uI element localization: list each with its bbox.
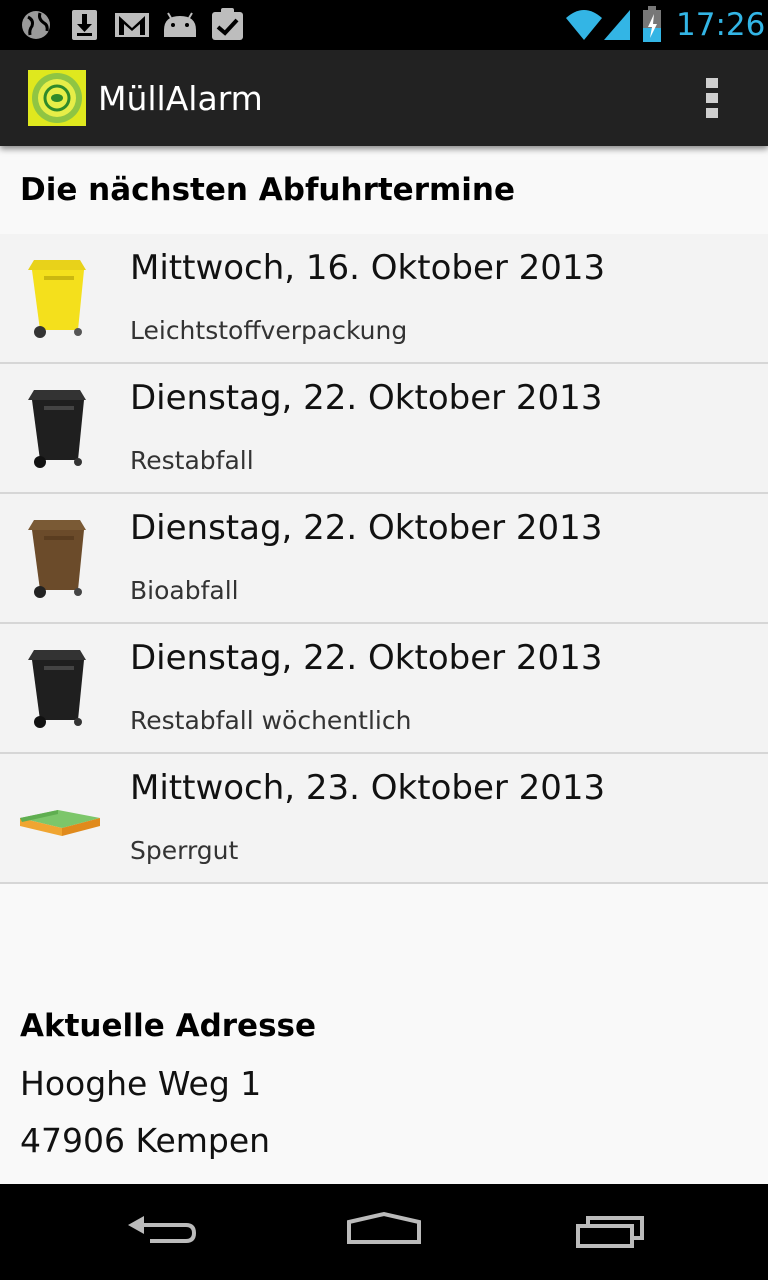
- battery-charging-icon: [643, 6, 661, 42]
- appointment-date: Dienstag, 22. Oktober 2013: [130, 638, 603, 678]
- list-item[interactable]: Dienstag, 22. Oktober 2013 Bioabfall: [0, 494, 768, 624]
- yellow-bin-icon: [28, 260, 86, 338]
- appointment-date: Dienstag, 22. Oktober 2013: [130, 508, 603, 548]
- app-title: MüllAlarm: [98, 79, 263, 118]
- list-item[interactable]: Dienstag, 22. Oktober 2013 Restabfall wö…: [0, 624, 768, 754]
- address-street: Hooghe Weg 1: [20, 1064, 262, 1103]
- status-bar: 17:26: [0, 0, 768, 50]
- appointment-type: Sperrgut: [130, 836, 239, 865]
- appointment-type: Leichtstoffverpackung: [130, 316, 408, 345]
- signal-icon: [604, 10, 630, 40]
- gmail-icon: [115, 13, 149, 37]
- wifi-icon: [566, 10, 602, 40]
- black-bin-icon: [28, 390, 86, 468]
- list-item[interactable]: Mittwoch, 23. Oktober 2013 Sperrgut: [0, 754, 768, 884]
- list-item[interactable]: Dienstag, 22. Oktober 2013 Restabfall: [0, 364, 768, 494]
- android-icon: [164, 12, 196, 37]
- appointment-date: Mittwoch, 23. Oktober 2013: [130, 768, 606, 808]
- main-content: Die nächsten Abfuhrtermine Mittwoch, 16.…: [0, 146, 768, 1184]
- list-item[interactable]: Mittwoch, 16. Oktober 2013 Leichtstoffve…: [0, 234, 768, 364]
- action-bar: MüllAlarm: [0, 50, 768, 146]
- brown-bin-icon: [28, 520, 86, 598]
- appointment-type: Restabfall wöchentlich: [130, 706, 412, 735]
- home-icon[interactable]: [347, 1211, 421, 1244]
- address-title: Aktuelle Adresse: [20, 1008, 317, 1044]
- status-time: 17:26: [676, 7, 766, 43]
- appointment-list: Mittwoch, 16. Oktober 2013 Leichtstoffve…: [0, 234, 768, 884]
- black-bin-icon: [28, 650, 86, 728]
- bulky-waste-bed-icon: [20, 810, 100, 836]
- appointment-type: Bioabfall: [130, 576, 239, 605]
- globe-icon: [22, 11, 50, 39]
- back-icon[interactable]: [128, 1216, 197, 1243]
- muellalarm-logo-icon[interactable]: [28, 70, 86, 126]
- address-city: 47906 Kempen: [20, 1121, 271, 1160]
- clipboard-check-icon: [212, 8, 243, 40]
- overflow-menu-icon[interactable]: [694, 72, 730, 124]
- download-icon: [72, 10, 97, 40]
- appointment-type: Restabfall: [130, 446, 254, 475]
- section-title: Die nächsten Abfuhrtermine: [20, 172, 516, 208]
- appointment-date: Dienstag, 22. Oktober 2013: [130, 378, 603, 418]
- navigation-bar: [0, 1184, 768, 1280]
- appointment-date: Mittwoch, 16. Oktober 2013: [130, 248, 606, 288]
- recent-apps-icon[interactable]: [576, 1216, 644, 1248]
